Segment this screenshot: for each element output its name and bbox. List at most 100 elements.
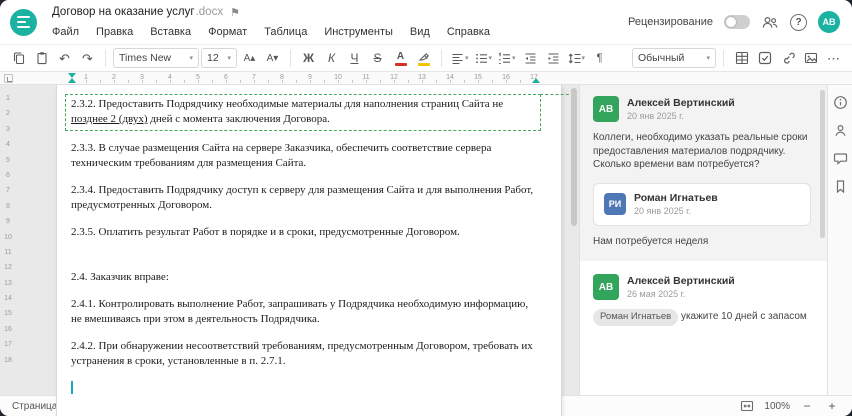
zoom-value[interactable]: 100%: [764, 401, 790, 412]
decrease-font-button[interactable]: A▾: [262, 47, 283, 69]
menu-item[interactable]: Правка: [96, 26, 133, 38]
zoom-in-button[interactable]: +: [824, 398, 840, 414]
ruler-number: 3: [6, 125, 10, 133]
undo-button[interactable]: ↶: [54, 47, 75, 69]
paragraph[interactable]: 2.3.3. В случае размещения Сайта на серв…: [71, 141, 535, 171]
bold-button[interactable]: Ж: [298, 47, 319, 69]
copy-button[interactable]: [8, 47, 29, 69]
comment-reply[interactable]: РИ Роман Игнатьев 20 янв 2025 г.: [593, 182, 811, 226]
paragraph[interactable]: 2.3.4. Предоставить Подрядчику доступ к …: [71, 183, 535, 213]
paragraph-list: 2.3.3. В случае размещения Сайта на серв…: [71, 141, 535, 369]
right-indent-marker[interactable]: [532, 78, 540, 83]
user-avatar[interactable]: АВ: [818, 11, 840, 33]
decrease-indent-button[interactable]: [520, 47, 541, 69]
menu-bar: Файл Правка Вставка Формат Таблица Инструмент…: [52, 22, 628, 42]
zoom-out-button[interactable]: −: [799, 398, 815, 414]
paragraph[interactable]: 2.4.2. При обнаружении несоответствий тр…: [71, 339, 535, 369]
document-scrollbar[interactable]: [571, 88, 577, 226]
app-window: Договор на оказание услуг .docx ⚑ Файл Пра…: [0, 0, 852, 416]
reply-text: Нам потребуется неделя: [593, 235, 709, 247]
menu-item[interactable]: Вставка: [150, 26, 191, 38]
ruler-number: 9: [6, 218, 10, 226]
ruler-number: 8: [6, 202, 10, 210]
fit-width-button[interactable]: [739, 398, 755, 414]
ruler-number: 5: [6, 156, 10, 164]
bullet-list-button[interactable]: ▾: [473, 47, 495, 69]
app-logo-icon[interactable]: [10, 8, 37, 36]
menu-item[interactable]: Вид: [410, 26, 430, 38]
hanging-indent-marker[interactable]: [68, 78, 76, 83]
comments-scrollbar[interactable]: [820, 90, 825, 238]
increase-font-button[interactable]: A▴: [239, 47, 260, 69]
paragraph-text: дней с момента заключения Договора.: [147, 113, 330, 125]
collaborators-icon[interactable]: [761, 15, 779, 30]
ruler-number: 17: [4, 341, 12, 349]
comment-date: 26 мая 2025 г.: [627, 289, 686, 299]
redo-button[interactable]: ↷: [77, 47, 98, 69]
comments-icon[interactable]: [832, 150, 849, 167]
font-color-button[interactable]: А: [390, 47, 411, 69]
highlight-color-swatch: [417, 63, 430, 66]
review-toggle[interactable]: [724, 15, 750, 29]
underline-button[interactable]: Ч: [344, 47, 365, 69]
mention-chip[interactable]: Роман Игнатьев: [593, 309, 679, 326]
toggle-knob: [726, 17, 736, 27]
increase-indent-button[interactable]: [543, 47, 564, 69]
document-extension: .docx: [195, 6, 224, 18]
info-icon[interactable]: [832, 94, 849, 111]
menu-item[interactable]: Формат: [208, 26, 247, 38]
comment-thread[interactable]: АВ Алексей Вертинский 20 янв 2025 г. Кол…: [580, 85, 827, 261]
insert-image-button[interactable]: [800, 47, 821, 69]
ruler-number: 2: [6, 110, 10, 118]
ruler-number: 13: [4, 279, 12, 287]
insert-link-button[interactable]: [777, 47, 798, 69]
bookmarks-icon[interactable]: [832, 178, 849, 195]
toolbar-separator: [290, 49, 291, 67]
numbered-list-button[interactable]: ▾: [496, 47, 518, 69]
main-area: 1 2 3 4 5 6 7 8 9 10 11 12 13 14 15 16 17 18 2.3.2. Предо…: [0, 85, 852, 416]
comment-text: Роман Игнатьев укажите 10 дней с запасом: [593, 309, 811, 326]
comment-avatar: АВ: [593, 274, 619, 300]
ruler-number: 16: [4, 325, 12, 333]
comment-author: Алексей Вертинский: [627, 97, 735, 109]
comment-avatar: АВ: [593, 96, 619, 122]
paste-button[interactable]: [31, 47, 52, 69]
insert-table-button[interactable]: [731, 47, 752, 69]
paragraph-style-select[interactable]: Обычный ▾: [632, 48, 716, 68]
menu-item[interactable]: Справка: [447, 26, 490, 38]
menu-item[interactable]: Файл: [52, 26, 79, 38]
toolbar-separator: [105, 49, 106, 67]
paragraph-text: 2.3.2. Предоставить Подрядчику необходим…: [71, 98, 504, 110]
paragraph[interactable]: 2.4. Заказчик вправе:: [71, 270, 535, 285]
spellcheck-button[interactable]: [754, 47, 775, 69]
italic-button[interactable]: К: [321, 47, 342, 69]
document-canvas: 2.3.2. Предоставить Подрядчику необходим…: [16, 85, 579, 416]
ruler-number: 7: [6, 187, 10, 195]
tab-stop-selector[interactable]: [4, 74, 13, 83]
line-spacing-button[interactable]: ▾: [566, 47, 588, 69]
menu-item[interactable]: Инструменты: [324, 26, 393, 38]
ruler-number: 11: [4, 248, 12, 256]
right-sidebar: [827, 85, 852, 395]
help-icon[interactable]: ?: [790, 13, 807, 31]
menu-item[interactable]: Таблица: [264, 26, 307, 38]
feedback-icon[interactable]: [832, 122, 849, 139]
comments-panel: АВ Алексей Вертинский 20 янв 2025 г. Кол…: [579, 85, 827, 395]
more-button[interactable]: ⋯: [823, 47, 844, 69]
alignment-button[interactable]: ▾: [449, 47, 471, 69]
commented-paragraph[interactable]: 2.3.2. Предоставить Подрядчику необходим…: [65, 94, 574, 131]
nonprinting-characters-button[interactable]: ¶: [589, 47, 610, 69]
paragraph[interactable]: 2.4.1. Контролировать выполнение Работ, …: [71, 297, 535, 327]
font-size-select[interactable]: 12 ▾: [201, 48, 237, 68]
comment[interactable]: АВ Алексей Вертинский 26 мая 2025 г. Ром…: [580, 261, 827, 338]
highlight-color-button[interactable]: [413, 47, 434, 69]
document-page[interactable]: 2.3.2. Предоставить Подрядчику необходим…: [56, 85, 574, 416]
ruler-number: 12: [4, 264, 12, 272]
paragraph[interactable]: 2.3.5. Оплатить результат Работ в порядк…: [71, 225, 535, 240]
font-family-select[interactable]: Times New ▾: [113, 48, 199, 68]
flag-icon[interactable]: ⚑: [230, 6, 240, 19]
font-color-swatch: [394, 63, 407, 66]
comment-date: 20 янв 2025 г.: [627, 111, 684, 121]
strikethrough-button[interactable]: S: [367, 47, 388, 69]
horizontal-ruler[interactable]: 1 2 3 4 5 6 7 8 9 10 11 12 13 14 15 16 17: [0, 72, 852, 85]
